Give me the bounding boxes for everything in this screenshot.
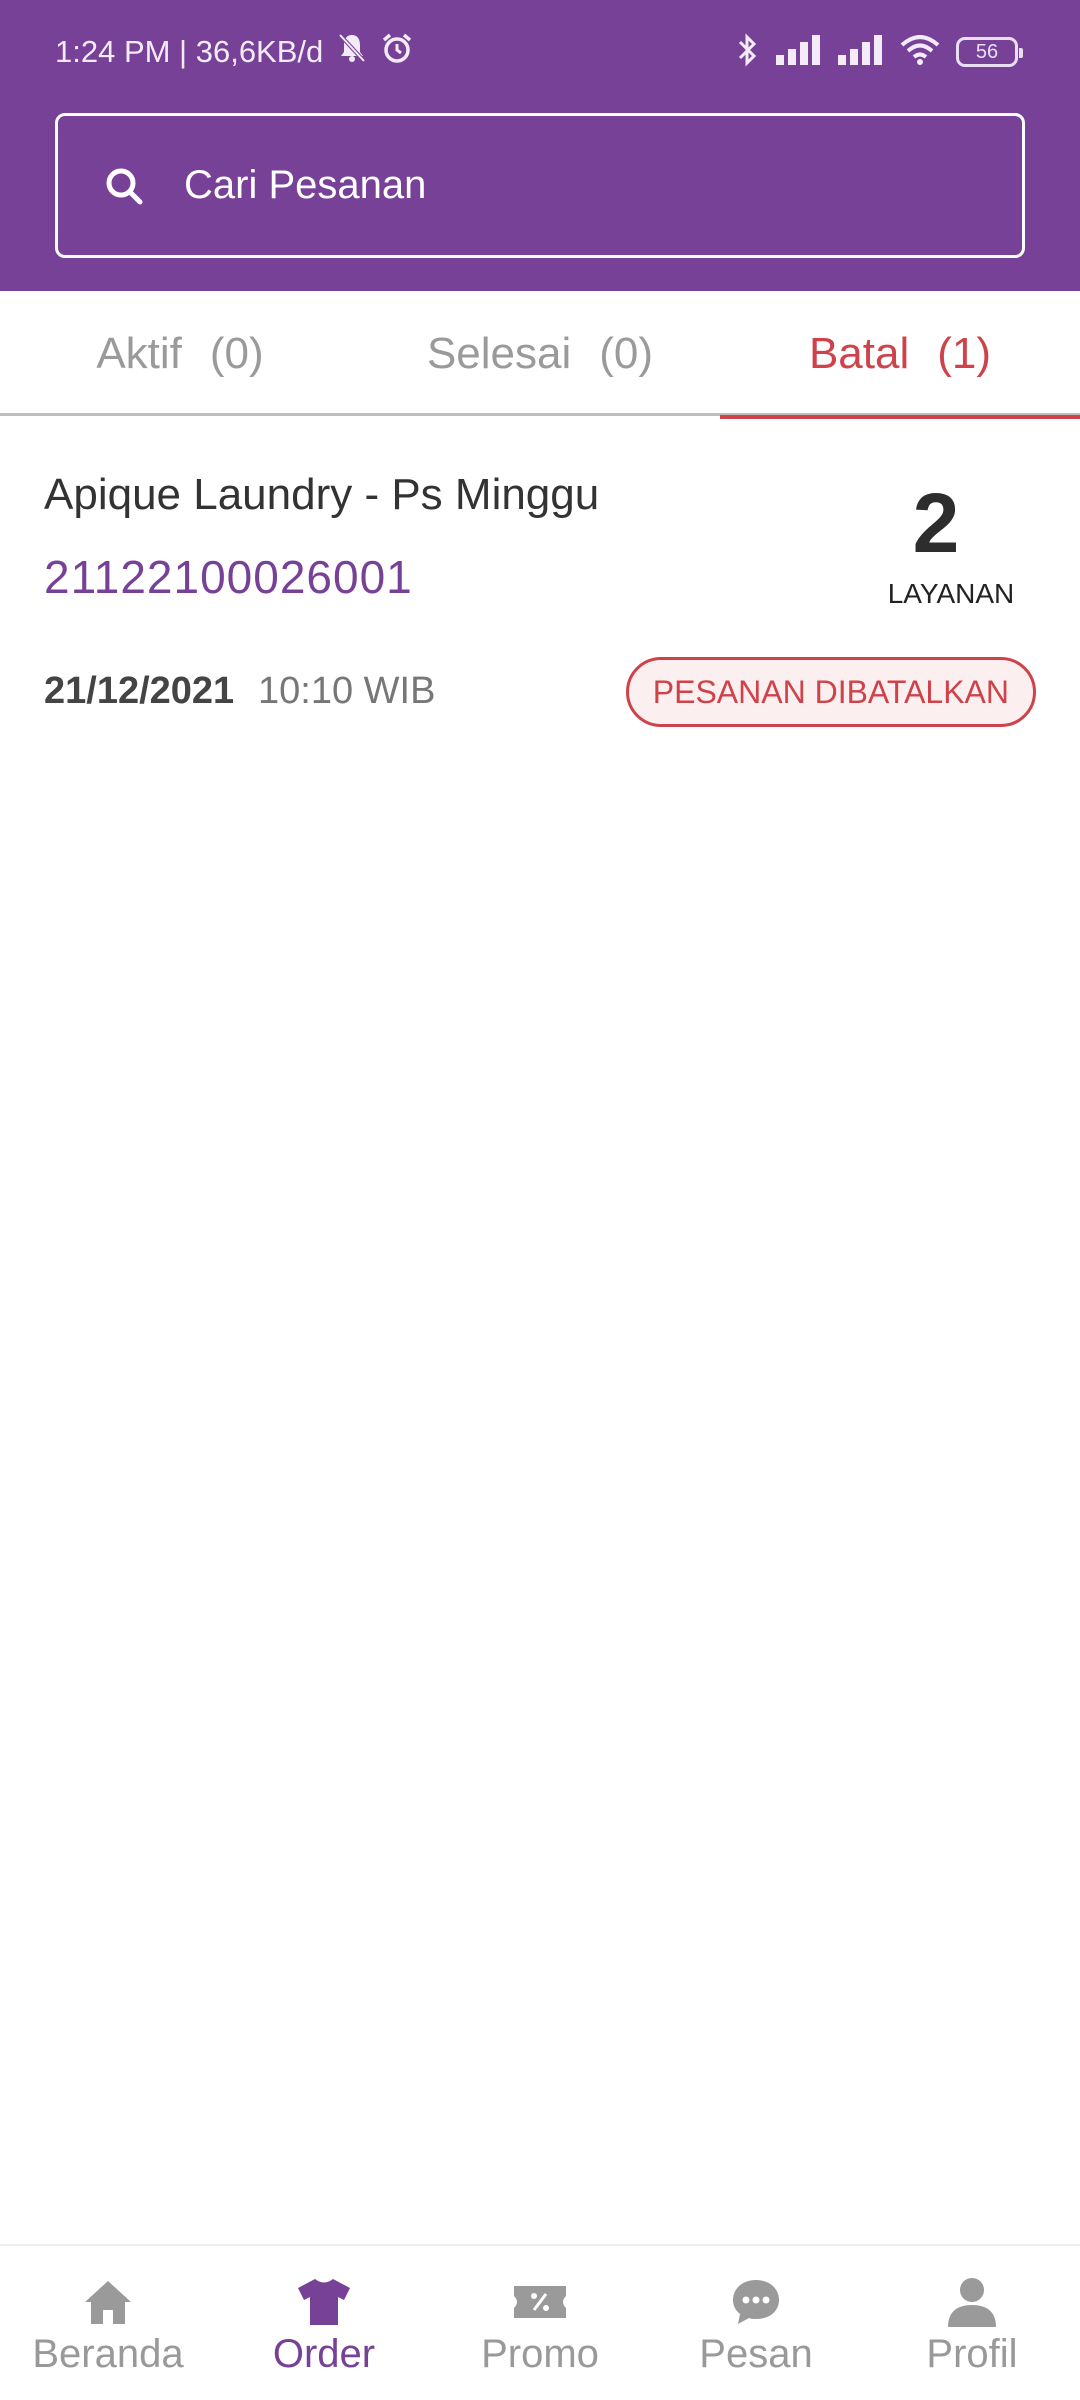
tab-label: Aktif [96, 328, 182, 378]
status-time: 1:24 PM | 36,6KB/d [55, 34, 324, 69]
order-time: 10:10 WIB [258, 670, 436, 712]
nav-label: Promo [481, 2332, 599, 2376]
user-icon [944, 2274, 1000, 2330]
service-count: 2 [912, 476, 960, 570]
order-card[interactable]: Apique Laundry - Ps Minggu 2112210002600… [0, 420, 1080, 750]
tab-aktif[interactable]: Aktif (0) [0, 291, 360, 416]
bottom-nav: Beranda Order Promo Pesan Profil [0, 2244, 1080, 2400]
tab-label: Selesai [426, 328, 572, 378]
nav-item-promo[interactable]: Promo [432, 2246, 648, 2400]
tab-count: (1) [937, 328, 992, 378]
bell-off-icon [337, 32, 367, 72]
nav-item-pesan[interactable]: Pesan [648, 2246, 864, 2400]
nav-item-order[interactable]: Order [216, 2246, 432, 2400]
tab-label: Batal [808, 328, 910, 378]
status-bar: 1:24 PM | 36,6KB/d 56 [0, 0, 1080, 100]
battery-icon: 56 [956, 37, 1023, 67]
nav-item-beranda[interactable]: Beranda [0, 2246, 216, 2400]
nav-item-profil[interactable]: Profil [864, 2246, 1080, 2400]
signal-icon-2 [838, 34, 884, 70]
nav-label: Pesan [699, 2332, 813, 2376]
alarm-icon [381, 32, 413, 72]
home-icon [80, 2274, 136, 2330]
order-date: 21/12/2021 [44, 670, 235, 712]
status-right: 56 [736, 30, 1023, 74]
status-badge: PESANAN DIBATALKAN [625, 657, 1036, 727]
status-left: 1:24 PM | 36,6KB/d [55, 30, 413, 74]
chat-icon [728, 2274, 784, 2330]
tab-count: (0) [599, 328, 654, 378]
search-icon [104, 164, 148, 208]
search-placeholder: Cari Pesanan [184, 163, 427, 207]
bluetooth-icon [736, 32, 760, 73]
signal-icon-1 [776, 34, 822, 70]
wifi-icon [900, 34, 940, 70]
service-label: LAYANAN [887, 578, 1015, 609]
app-header: 1:24 PM | 36,6KB/d 56 Cari Pesanan [0, 0, 1080, 291]
nav-label: Beranda [32, 2332, 184, 2376]
tab-count: (0) [209, 328, 264, 378]
battery-level: 56 [975, 40, 999, 63]
nav-label: Profil [926, 2332, 1018, 2376]
shirt-icon [296, 2274, 352, 2330]
ticket-icon [512, 2274, 568, 2330]
order-tabs: Aktif (0) Selesai (0) Batal (1) [0, 291, 1080, 419]
tab-batal[interactable]: Batal (1) [720, 291, 1080, 419]
nav-label: Order [272, 2332, 376, 2376]
tab-selesai[interactable]: Selesai (0) [360, 291, 720, 416]
search-input[interactable]: Cari Pesanan [55, 113, 1025, 258]
order-id: 21122100026001 [44, 551, 413, 603]
store-name: Apique Laundry - Ps Minggu [44, 470, 600, 519]
